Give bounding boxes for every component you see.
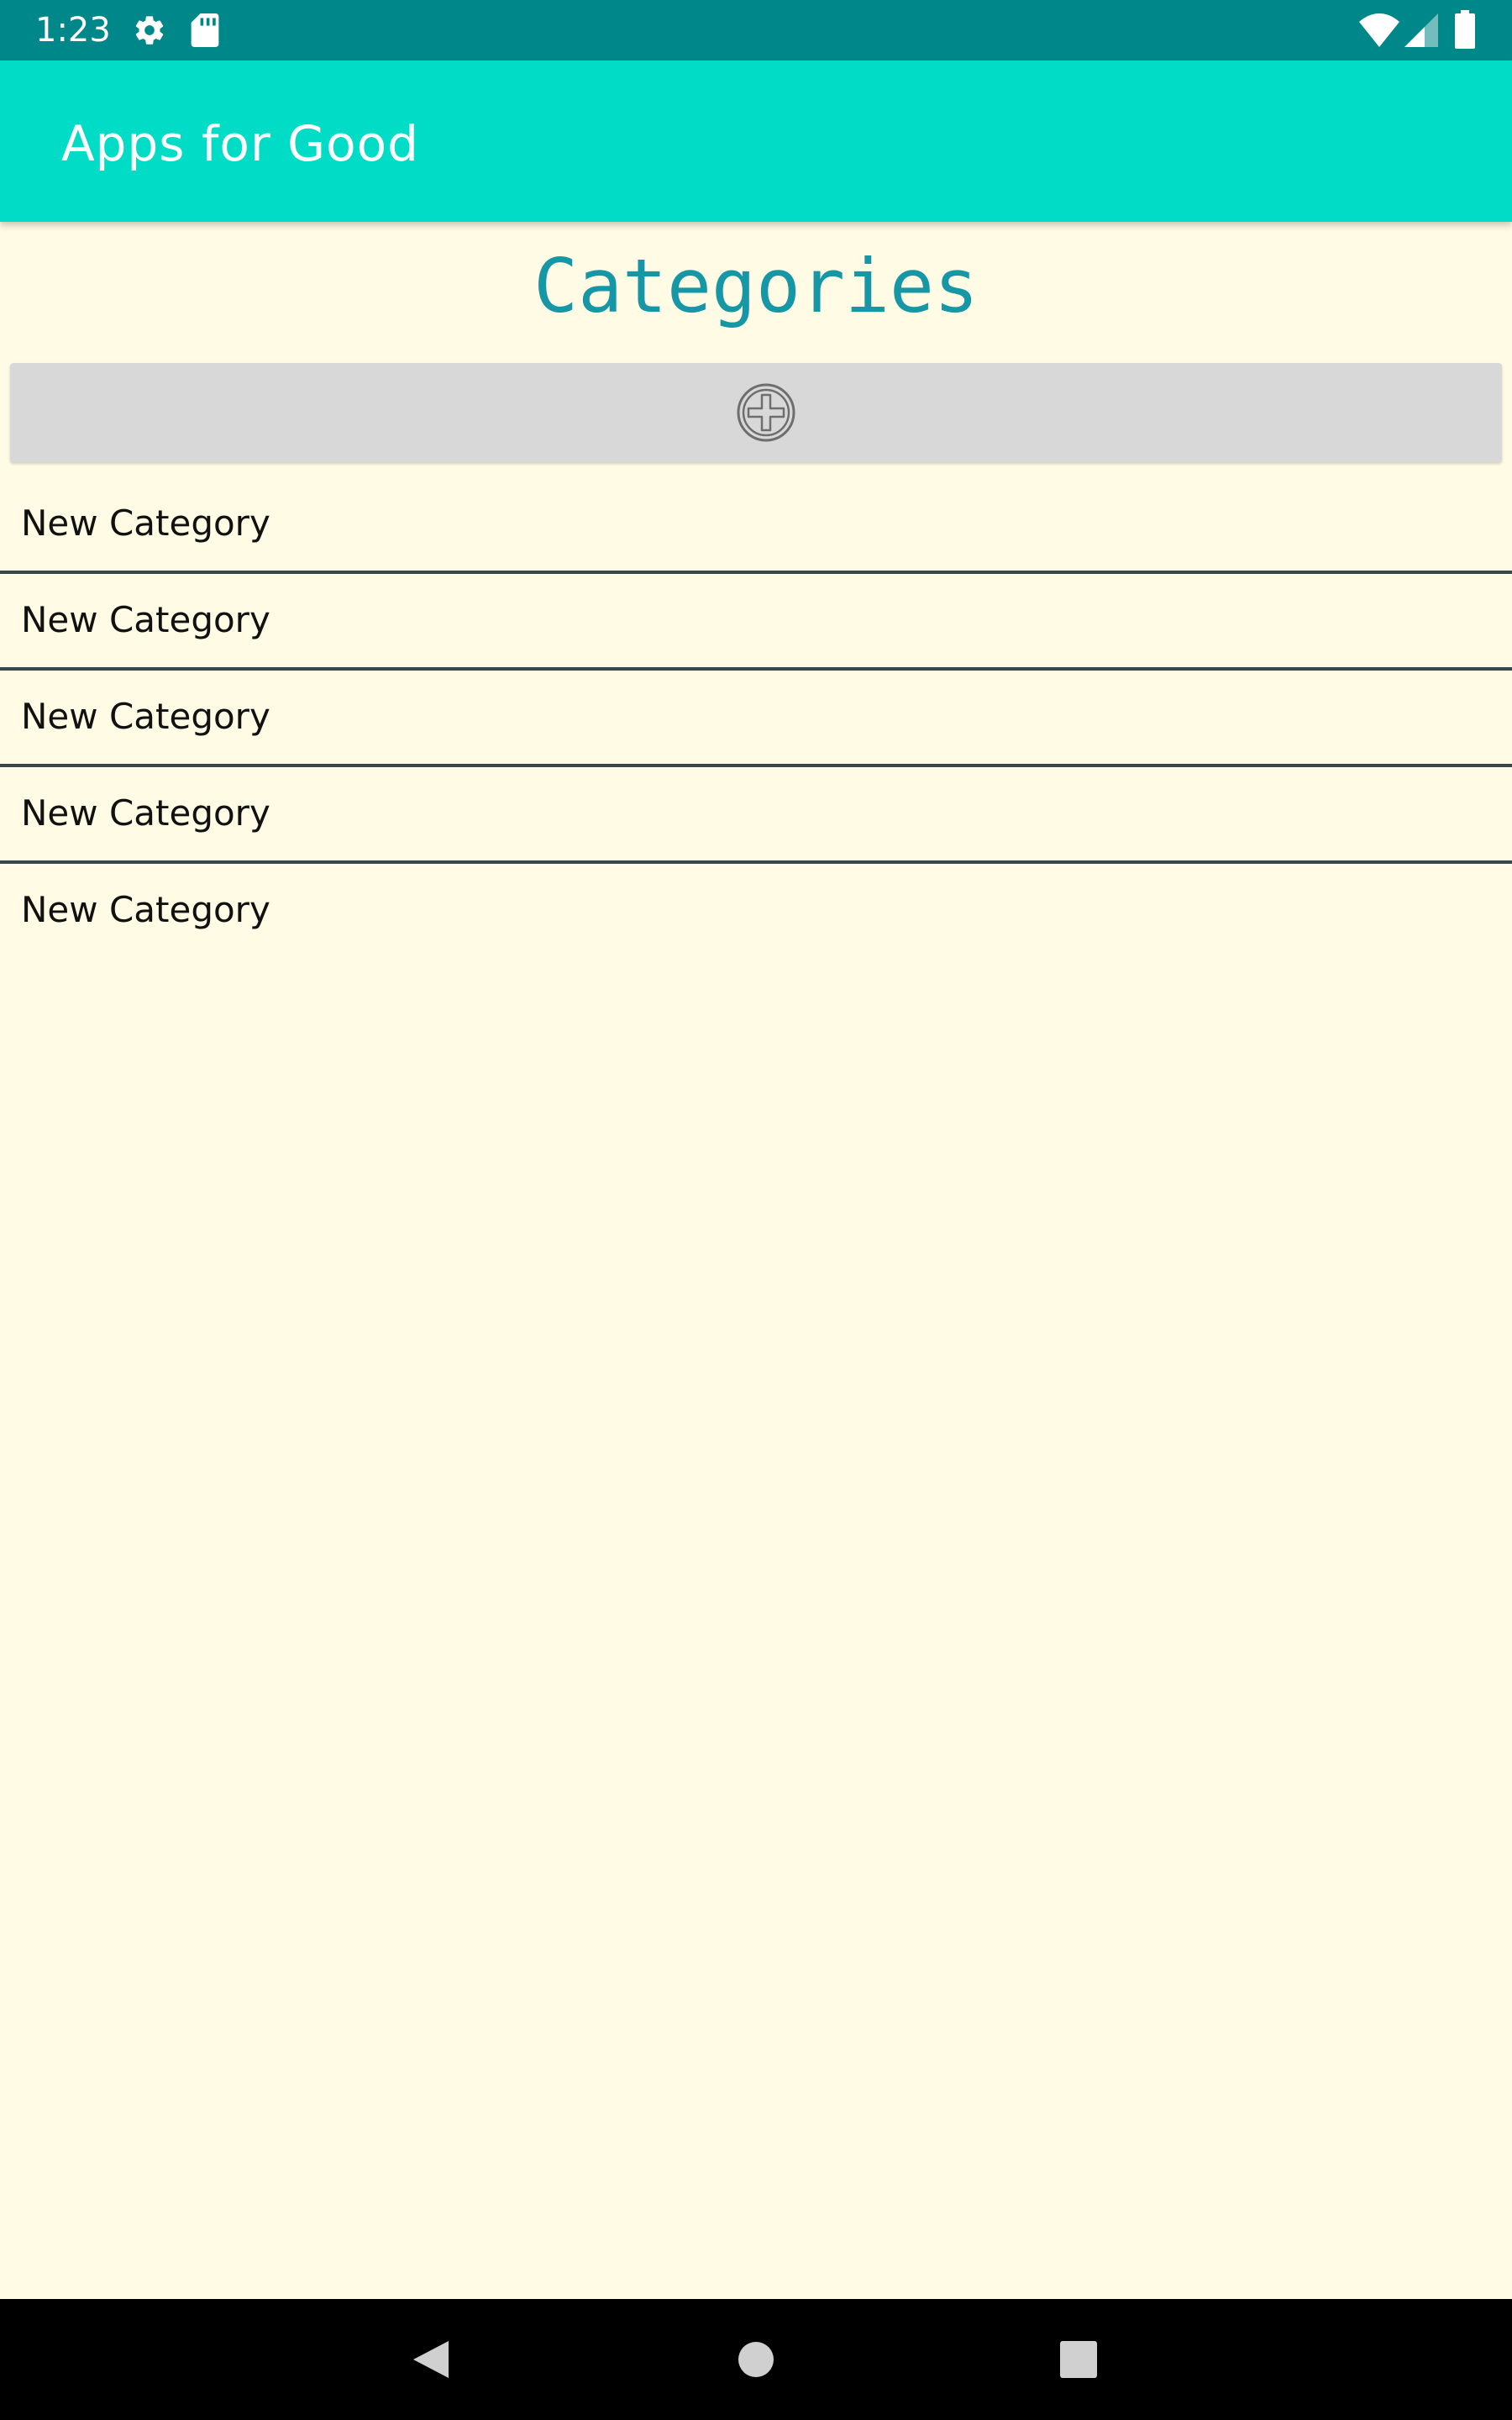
category-label: New Category xyxy=(21,599,270,640)
wifi-icon xyxy=(1359,13,1399,51)
add-circle-icon xyxy=(736,382,796,443)
settings-gear-icon xyxy=(133,13,166,51)
category-label: New Category xyxy=(21,889,270,930)
status-bar: 1:23 xyxy=(0,0,1512,60)
list-item[interactable]: New Category xyxy=(0,477,1512,574)
status-time: 1:23 xyxy=(35,11,111,50)
app-bar: Apps for Good xyxy=(0,60,1512,222)
category-list: New Category New Category New Category N… xyxy=(0,477,1512,957)
category-label: New Category xyxy=(21,502,270,544)
app-screen: 1:23 Apps for Good Categories New Catego… xyxy=(0,0,1512,2420)
navigation-bar xyxy=(0,2299,1512,2420)
home-icon[interactable] xyxy=(726,2329,786,2390)
category-label: New Category xyxy=(21,792,270,834)
page-title: Categories xyxy=(533,243,979,329)
add-category-button[interactable] xyxy=(10,363,1502,462)
cellular-signal-icon xyxy=(1404,13,1438,51)
list-item[interactable]: New Category xyxy=(0,671,1512,767)
list-item[interactable]: New Category xyxy=(0,574,1512,671)
battery-icon xyxy=(1455,10,1475,53)
list-item[interactable]: New Category xyxy=(0,864,1512,957)
recents-icon[interactable] xyxy=(1048,2329,1109,2390)
category-label: New Category xyxy=(21,696,270,737)
app-title: Apps for Good xyxy=(61,115,419,172)
back-icon[interactable] xyxy=(402,2329,462,2390)
sd-card-icon xyxy=(190,13,220,51)
list-item[interactable]: New Category xyxy=(0,767,1512,864)
